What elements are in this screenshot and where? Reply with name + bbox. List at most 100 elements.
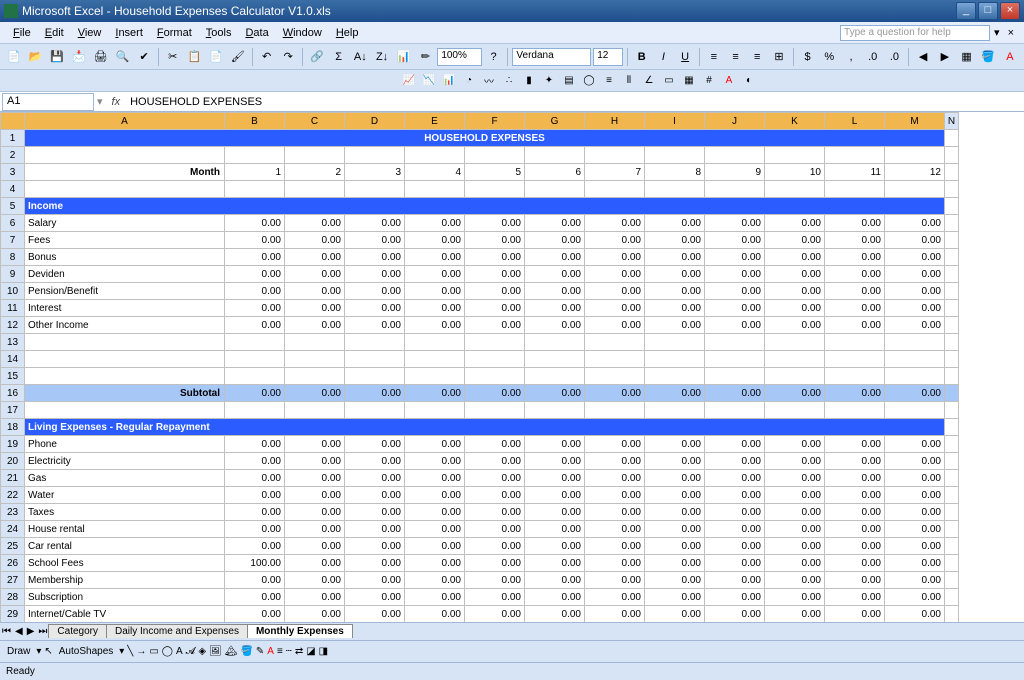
cell[interactable]: 0.00 <box>825 606 885 623</box>
row-header[interactable]: 13 <box>1 334 25 351</box>
cell[interactable]: 0.00 <box>285 215 345 232</box>
cell[interactable]: 0.00 <box>225 283 285 300</box>
close-button[interactable]: × <box>1000 2 1020 20</box>
redo-button[interactable]: ↷ <box>278 47 298 67</box>
cell[interactable]: 0.00 <box>825 487 885 504</box>
cell[interactable]: 0.00 <box>705 232 765 249</box>
cell[interactable]: 0.00 <box>885 317 945 334</box>
cell[interactable]: 0.00 <box>405 487 465 504</box>
column-header[interactable]: F <box>465 113 525 130</box>
row-header[interactable]: 28 <box>1 589 25 606</box>
pie-chart-icon[interactable]: ◔ <box>460 72 478 90</box>
menu-insert[interactable]: Insert <box>108 25 150 41</box>
cell[interactable]: 0.00 <box>645 453 705 470</box>
area-chart-icon[interactable]: 📉 <box>420 72 438 90</box>
cell[interactable]: 0.00 <box>225 436 285 453</box>
cell[interactable]: 0.00 <box>585 487 645 504</box>
cell[interactable]: 0.00 <box>405 504 465 521</box>
cell[interactable]: 0.00 <box>405 300 465 317</box>
row-label[interactable]: Gas <box>25 470 225 487</box>
subtotal-cell[interactable]: 0.00 <box>225 385 285 402</box>
cell[interactable]: 0.00 <box>345 283 405 300</box>
decrease-decimal-button[interactable]: .0 <box>885 47 905 67</box>
chart-type-icon[interactable]: 📈 <box>400 72 418 90</box>
copy-button[interactable]: 📋 <box>185 47 205 67</box>
align-left-button[interactable]: ≡ <box>704 47 724 67</box>
cell[interactable]: 0.00 <box>405 453 465 470</box>
cell[interactable]: 0.00 <box>465 249 525 266</box>
row-header[interactable]: 12 <box>1 317 25 334</box>
undo-button[interactable]: ↶ <box>257 47 277 67</box>
bold-button[interactable]: B <box>632 47 652 67</box>
cell[interactable]: 0.00 <box>825 589 885 606</box>
cell[interactable]: 0.00 <box>825 283 885 300</box>
menu-data[interactable]: Data <box>238 25 275 41</box>
autosum-button[interactable]: Σ <box>329 47 349 67</box>
column-header[interactable]: N <box>945 113 959 130</box>
cell[interactable]: 0.00 <box>825 555 885 572</box>
cell[interactable]: 0.00 <box>285 606 345 623</box>
column-header[interactable]: G <box>525 113 585 130</box>
cell[interactable]: 0.00 <box>585 300 645 317</box>
cell[interactable]: 0.00 <box>765 538 825 555</box>
cell[interactable]: 0.00 <box>825 232 885 249</box>
row-header[interactable]: 24 <box>1 521 25 538</box>
surface-chart-icon[interactable]: ▤ <box>560 72 578 90</box>
cell[interactable]: 0.00 <box>765 521 825 538</box>
cell[interactable]: 0.00 <box>345 317 405 334</box>
select-objects-icon[interactable]: ↖ <box>44 646 52 657</box>
cell[interactable]: 0.00 <box>885 521 945 538</box>
cell[interactable]: 0.00 <box>225 215 285 232</box>
cell[interactable]: 0.00 <box>345 504 405 521</box>
cell[interactable]: 0.00 <box>645 521 705 538</box>
cell[interactable]: 0.00 <box>765 470 825 487</box>
cell[interactable]: 0.00 <box>825 266 885 283</box>
row-header[interactable]: 25 <box>1 538 25 555</box>
cell[interactable]: 0.00 <box>405 317 465 334</box>
cell[interactable]: 0.00 <box>525 317 585 334</box>
cell[interactable]: 0.00 <box>645 249 705 266</box>
row-label[interactable]: Internet/Cable TV <box>25 606 225 623</box>
rectangle-icon[interactable]: ▭ <box>149 646 158 657</box>
sort-asc-button[interactable]: A↓ <box>351 47 371 67</box>
decrease-indent-button[interactable]: ◀ <box>913 47 933 67</box>
month-number[interactable]: 9 <box>705 164 765 181</box>
subtotal-cell[interactable]: 0.00 <box>645 385 705 402</box>
arrow-style-icon[interactable]: ⇄ <box>295 646 303 657</box>
cell[interactable]: 0.00 <box>585 572 645 589</box>
cell[interactable]: 0.00 <box>705 538 765 555</box>
cell[interactable]: 0.00 <box>885 589 945 606</box>
cell[interactable]: 0.00 <box>525 521 585 538</box>
doc-close-button[interactable]: × <box>1004 27 1018 39</box>
cell[interactable]: 0.00 <box>285 555 345 572</box>
cell[interactable]: 0.00 <box>645 504 705 521</box>
textbox-icon[interactable]: A <box>176 646 183 657</box>
cell[interactable]: 0.00 <box>585 249 645 266</box>
help-button[interactable]: ? <box>484 47 504 67</box>
row-header[interactable]: 5 <box>1 198 25 215</box>
month-number[interactable]: 11 <box>825 164 885 181</box>
paste-button[interactable]: 📄 <box>206 47 226 67</box>
cell[interactable]: 0.00 <box>405 470 465 487</box>
cell[interactable]: 0.00 <box>465 232 525 249</box>
cell[interactable]: 0.00 <box>585 436 645 453</box>
misc-chart-icon[interactable]: ◐ <box>740 72 758 90</box>
angle-text-icon[interactable]: ∠ <box>640 72 658 90</box>
cell[interactable]: 0.00 <box>465 606 525 623</box>
cell[interactable]: 0.00 <box>405 521 465 538</box>
cell[interactable]: 100.00 <box>225 555 285 572</box>
oval-icon[interactable]: ◯ <box>162 646 173 657</box>
row-header[interactable]: 10 <box>1 283 25 300</box>
tab-prev-button[interactable]: ◀ <box>13 626 25 637</box>
row-header[interactable]: 4 <box>1 181 25 198</box>
minimize-button[interactable]: _ <box>956 2 976 20</box>
cell[interactable]: 0.00 <box>345 521 405 538</box>
align-right-button[interactable]: ≡ <box>747 47 767 67</box>
sheet-title[interactable]: HOUSEHOLD EXPENSES <box>25 130 945 147</box>
month-number[interactable]: 7 <box>585 164 645 181</box>
cell[interactable]: 0.00 <box>705 555 765 572</box>
cell[interactable]: 0.00 <box>705 453 765 470</box>
cell[interactable]: 0.00 <box>525 266 585 283</box>
cell[interactable]: 0.00 <box>825 504 885 521</box>
cell[interactable]: 0.00 <box>765 283 825 300</box>
